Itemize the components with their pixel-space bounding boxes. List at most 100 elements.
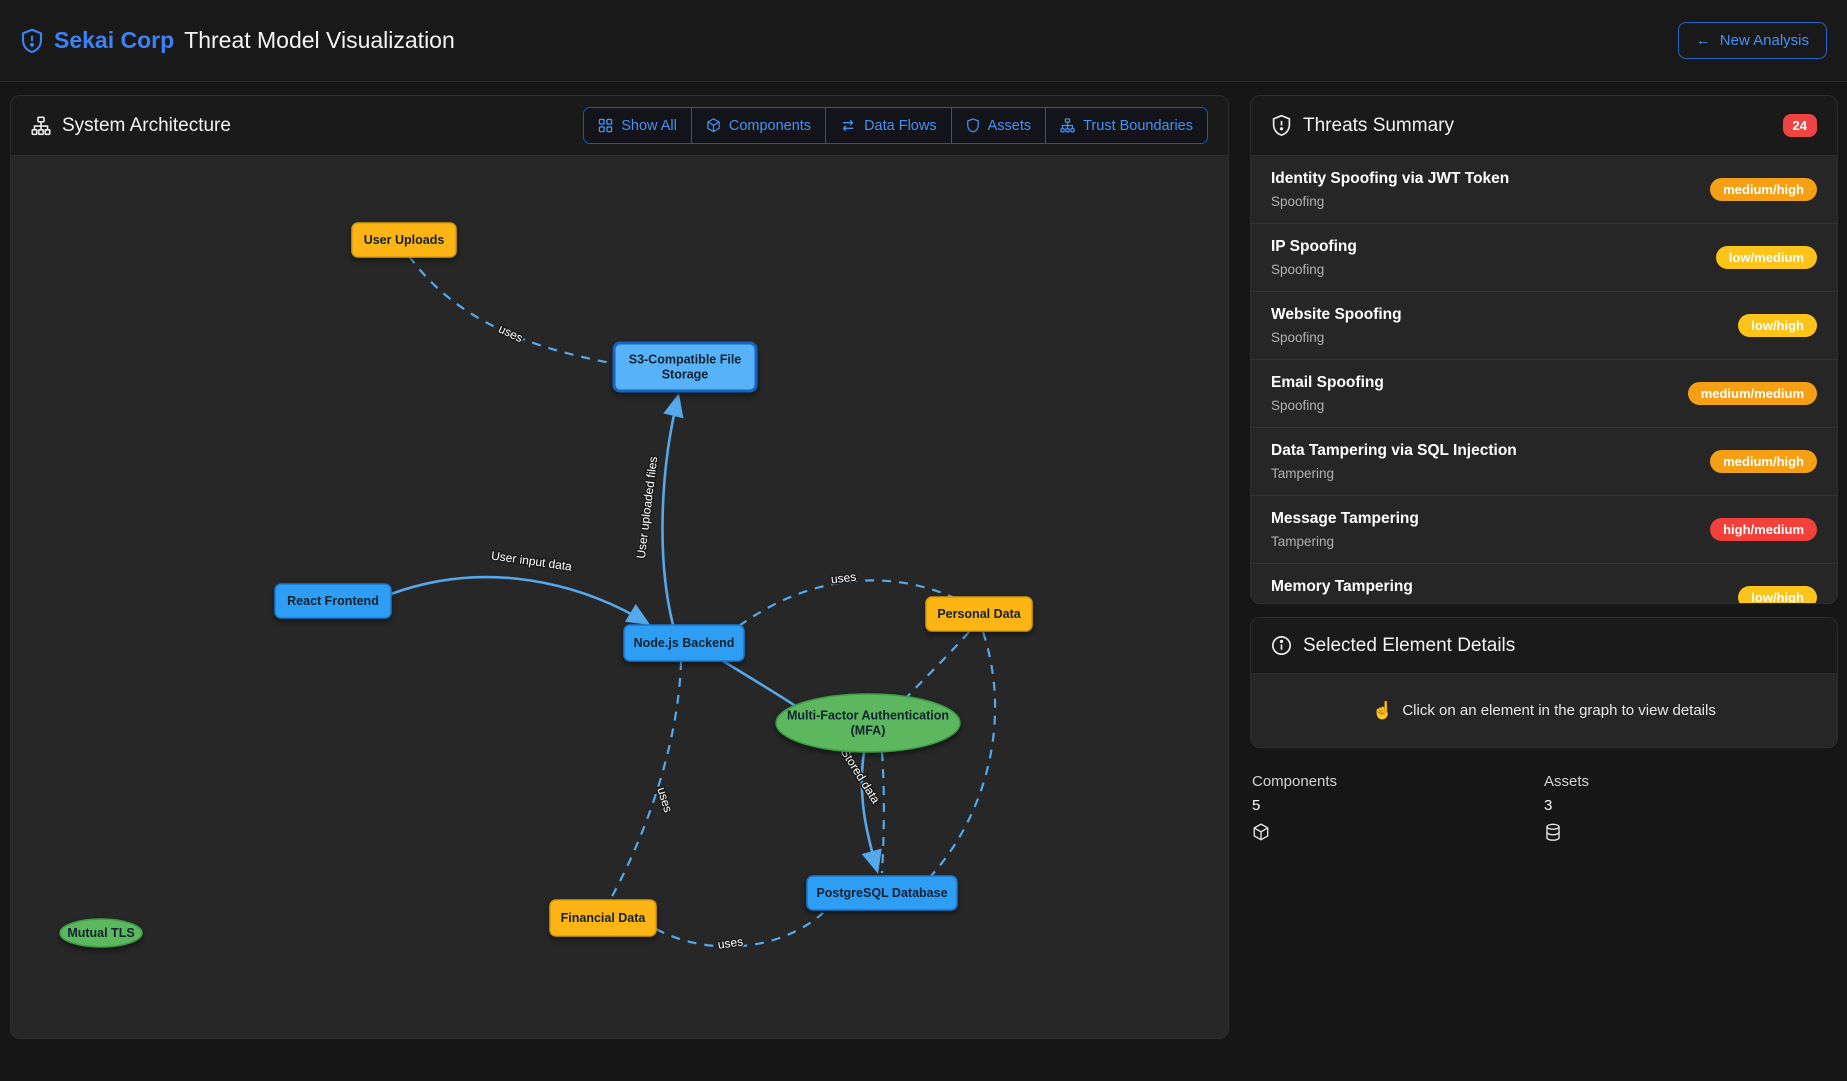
app-header: Sekai Corp Threat Model Visualization ← … (0, 0, 1847, 82)
details-placeholder: ☝ Click on an element in the graph to vi… (1251, 674, 1837, 747)
architecture-canvas[interactable]: uses User uploaded files User input data us… (11, 156, 1228, 1039)
database-icon (1544, 823, 1836, 842)
stat-components-value: 5 (1252, 797, 1544, 814)
graph-edge-backend-financial[interactable]: uses (609, 661, 681, 902)
graph-edge-financial-postgres[interactable]: uses (656, 913, 823, 952)
threat-item[interactable]: Website SpoofingSpoofing low/high (1251, 292, 1837, 360)
graph-node-s3-storage[interactable]: S3-Compatible FileStorage (614, 343, 756, 391)
threat-item[interactable]: Data Tampering via SQL InjectionTamperin… (1251, 428, 1837, 496)
graph-filter-group: Show AllComponentsData FlowsAssetsTrust … (583, 107, 1208, 144)
shield-alert-icon (1271, 114, 1292, 137)
filter-button-assets[interactable]: Assets (951, 107, 1047, 144)
stat-components-label: Components (1252, 773, 1544, 790)
node-label: User Uploads (364, 233, 445, 247)
threat-severity-badge: low/high (1738, 586, 1817, 603)
threat-category: Spoofing (1271, 396, 1384, 416)
node-label: PostgreSQL Database (816, 886, 947, 900)
graph-edge-mfa-postgres-uses[interactable] (882, 752, 884, 873)
threats-summary-header: Threats Summary 24 (1251, 96, 1837, 156)
threat-severity-badge: low/high (1738, 314, 1817, 337)
graph-node-react-frontend[interactable]: React Frontend (275, 584, 391, 618)
arrows-icon (840, 118, 856, 133)
graph-nodes-layer: User Uploads S3-Compatible FileStorage Rea… (60, 223, 1032, 947)
edge-label: Stored data (838, 746, 883, 806)
sitemap-icon (31, 116, 51, 136)
details-panel-title: Selected Element Details (1303, 635, 1515, 657)
graph-edge-backend-mfa[interactable] (723, 661, 803, 711)
threat-item[interactable]: Memory Tampering Tampering low/high (1251, 564, 1837, 603)
node-label: Financial Data (561, 911, 647, 925)
threat-severity-badge: medium/high (1710, 178, 1817, 201)
graph-node-user-uploads[interactable]: User Uploads (352, 223, 456, 257)
node-label: Mutual TLS (67, 926, 134, 940)
right-sidebar: Threats Summary 24 Identity Spoofing via… (1250, 95, 1838, 1039)
filter-button-components[interactable]: Components (691, 107, 826, 144)
graph-node-personal-data[interactable]: Personal Data (926, 597, 1032, 631)
threat-item[interactable]: Message TamperingTampering high/medium (1251, 496, 1837, 564)
threat-count-badge: 24 (1783, 114, 1817, 137)
threat-category: Tampering (1271, 464, 1517, 484)
threat-name: Website Spoofing (1271, 303, 1402, 326)
shield-icon (966, 118, 980, 133)
cube-icon (706, 118, 721, 133)
graph-edge-backend-s3[interactable]: User uploaded files (634, 397, 678, 625)
threat-category: Spoofing (1271, 328, 1402, 348)
graph-edge-user-uploads-s3[interactable]: uses (409, 256, 611, 363)
graph-node-nodejs-backend[interactable]: Node.js Backend (624, 625, 744, 661)
threat-name: Data Tampering via SQL Injection (1271, 439, 1517, 462)
edge-label: User uploaded files (634, 456, 660, 560)
graph-edge-personal-postgres[interactable] (931, 632, 995, 876)
threat-severity-badge: medium/high (1710, 450, 1817, 473)
graph-edge-personal-mfa[interactable] (903, 632, 969, 701)
edge-label: uses (717, 934, 744, 951)
cube-icon (1252, 823, 1544, 842)
details-placeholder-text: Click on an element in the graph to view… (1402, 702, 1716, 719)
node-label: Node.js Backend (634, 636, 735, 650)
graph-node-postgresql-db[interactable]: PostgreSQL Database (807, 876, 957, 910)
node-label: React Frontend (287, 594, 379, 608)
graph-edge-frontend-backend[interactable]: User input data (391, 548, 647, 623)
threat-category: Tampering (1271, 532, 1419, 552)
graph-node-financial-data[interactable]: Financial Data (550, 900, 656, 936)
stat-components: Components 5 (1252, 773, 1544, 842)
threat-name: Message Tampering (1271, 507, 1419, 530)
info-icon (1271, 635, 1292, 656)
brand-name: Sekai Corp (54, 27, 174, 54)
filter-button-trust-boundaries[interactable]: Trust Boundaries (1045, 107, 1208, 144)
threat-category: Tampering (1271, 600, 1413, 603)
main-content: System Architecture Show AllComponentsDa… (0, 82, 1847, 1039)
architecture-panel: System Architecture Show AllComponentsDa… (10, 95, 1229, 1039)
threats-summary-title: Threats Summary (1303, 115, 1454, 137)
shield-brand-icon (20, 28, 44, 54)
threat-category: Spoofing (1271, 260, 1357, 280)
filter-button-show-all[interactable]: Show All (583, 107, 692, 144)
architecture-panel-header: System Architecture Show AllComponentsDa… (11, 96, 1228, 156)
threat-category: Spoofing (1271, 192, 1509, 212)
graph-node-mutual-tls[interactable]: Mutual TLS (60, 919, 142, 947)
threat-name: Memory Tampering (1271, 575, 1413, 598)
threat-list[interactable]: Identity Spoofing via JWT TokenSpoofingm… (1251, 156, 1837, 603)
threat-severity-badge: high/medium (1710, 518, 1817, 541)
architecture-graph: uses User uploaded files User input data us… (11, 156, 1228, 1039)
filter-button-data-flows[interactable]: Data Flows (825, 107, 952, 144)
edge-label: uses (654, 786, 675, 814)
network-icon (1060, 118, 1075, 133)
edge-label: User input data (490, 548, 573, 573)
threat-name: IP Spoofing (1271, 235, 1357, 258)
threat-severity-badge: low/medium (1716, 246, 1817, 269)
threats-summary-panel: Threats Summary 24 Identity Spoofing via… (1250, 95, 1838, 604)
graph-node-mfa[interactable]: Multi-Factor Authentication(MFA) (776, 694, 960, 752)
new-analysis-button[interactable]: ← New Analysis (1678, 22, 1827, 59)
back-arrow-icon: ← (1696, 32, 1711, 49)
threat-item[interactable]: Identity Spoofing via JWT TokenSpoofingm… (1251, 156, 1837, 224)
stat-assets-label: Assets (1544, 773, 1836, 790)
selected-element-details-panel: Selected Element Details ☝ Click on an e… (1250, 617, 1838, 748)
edge-label: uses (496, 322, 525, 346)
graph-edge-mfa-postgres-flow[interactable]: Stored data (838, 746, 883, 870)
stat-assets-value: 3 (1544, 797, 1836, 814)
architecture-title: System Architecture (62, 115, 231, 137)
page-title: Threat Model Visualization (184, 27, 455, 54)
threat-item[interactable]: IP SpoofingSpoofing low/medium (1251, 224, 1837, 292)
edge-label: uses (830, 570, 857, 587)
threat-item[interactable]: Email SpoofingSpoofingmedium/medium (1251, 360, 1837, 428)
